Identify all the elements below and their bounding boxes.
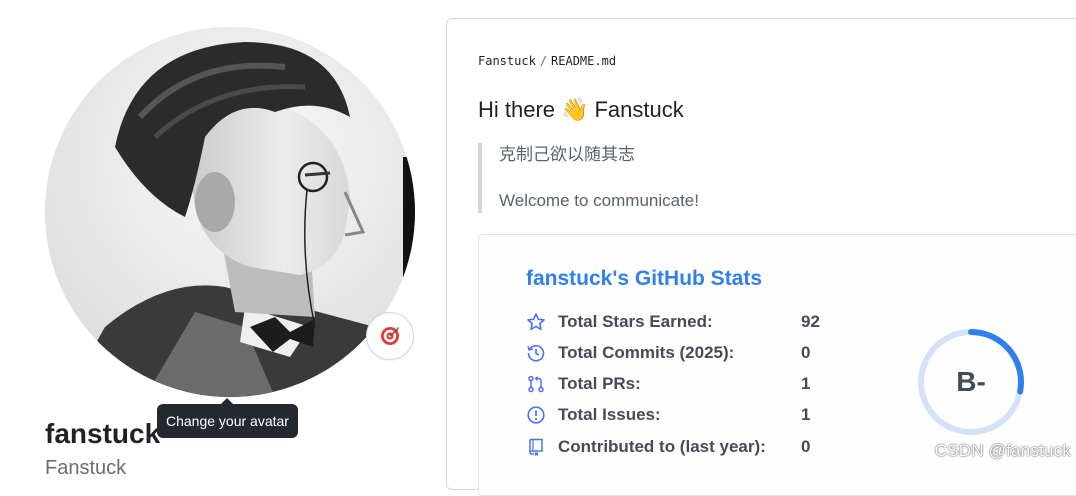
stat-label: Total PRs:: [558, 374, 641, 393]
star-icon: [526, 312, 546, 332]
stat-label: Total Commits (2025):: [558, 343, 735, 362]
stat-label: Total Issues:: [558, 405, 661, 424]
stat-row-commits: Total Commits (2025): 0: [526, 341, 841, 365]
profile-display-name: fanstuck: [45, 418, 161, 449]
breadcrumb: Fanstuck / README.md: [478, 54, 616, 68]
readme-heading: Hi there 👋 Fanstuck: [478, 97, 684, 123]
greeting-text: Hi there: [478, 97, 556, 122]
greeting-name: Fanstuck: [594, 97, 684, 122]
quote-line-motto: 克制己欲以随其志: [499, 145, 635, 164]
avatar-tooltip: Change your avatar: [157, 398, 298, 438]
breadcrumb-user-link[interactable]: Fanstuck: [478, 54, 536, 68]
stat-value: 92: [801, 312, 820, 331]
rank-grade: B-: [956, 366, 986, 397]
stat-value: 0: [801, 437, 811, 456]
repo-icon: [526, 437, 546, 457]
stat-row-prs: Total PRs: 1: [526, 372, 841, 396]
quote-line-welcome: Welcome to communicate!: [499, 191, 699, 210]
target-emoji-icon: [381, 327, 399, 345]
stat-value: 1: [801, 374, 811, 393]
breadcrumb-file-link[interactable]: README.md: [551, 54, 616, 68]
stat-label: Total Stars Earned:: [558, 312, 713, 331]
issue-icon: [526, 405, 546, 425]
avatar-image: [45, 27, 415, 397]
stat-row-issues: Total Issues: 1: [526, 403, 841, 427]
stat-row-contributed: Contributed to (last year): 0: [526, 435, 841, 459]
stat-label: Contributed to (last year):: [558, 437, 766, 456]
stats-title: fanstuck's GitHub Stats: [526, 267, 763, 290]
readme-blockquote: 克制己欲以随其志 Welcome to communicate!: [478, 143, 699, 213]
history-icon: [526, 343, 546, 363]
csdn-watermark: CSDN @fanstuck: [934, 441, 1071, 460]
profile-avatar[interactable]: [45, 27, 415, 397]
waving-hand-icon: 👋: [561, 97, 589, 122]
pull-request-icon: [526, 374, 546, 394]
set-status-button[interactable]: [366, 312, 414, 360]
breadcrumb-separator: /: [539, 54, 548, 68]
stat-row-stars: Total Stars Earned: 92: [526, 310, 841, 334]
stat-value: 1: [801, 405, 811, 424]
stat-value: 0: [801, 343, 811, 362]
